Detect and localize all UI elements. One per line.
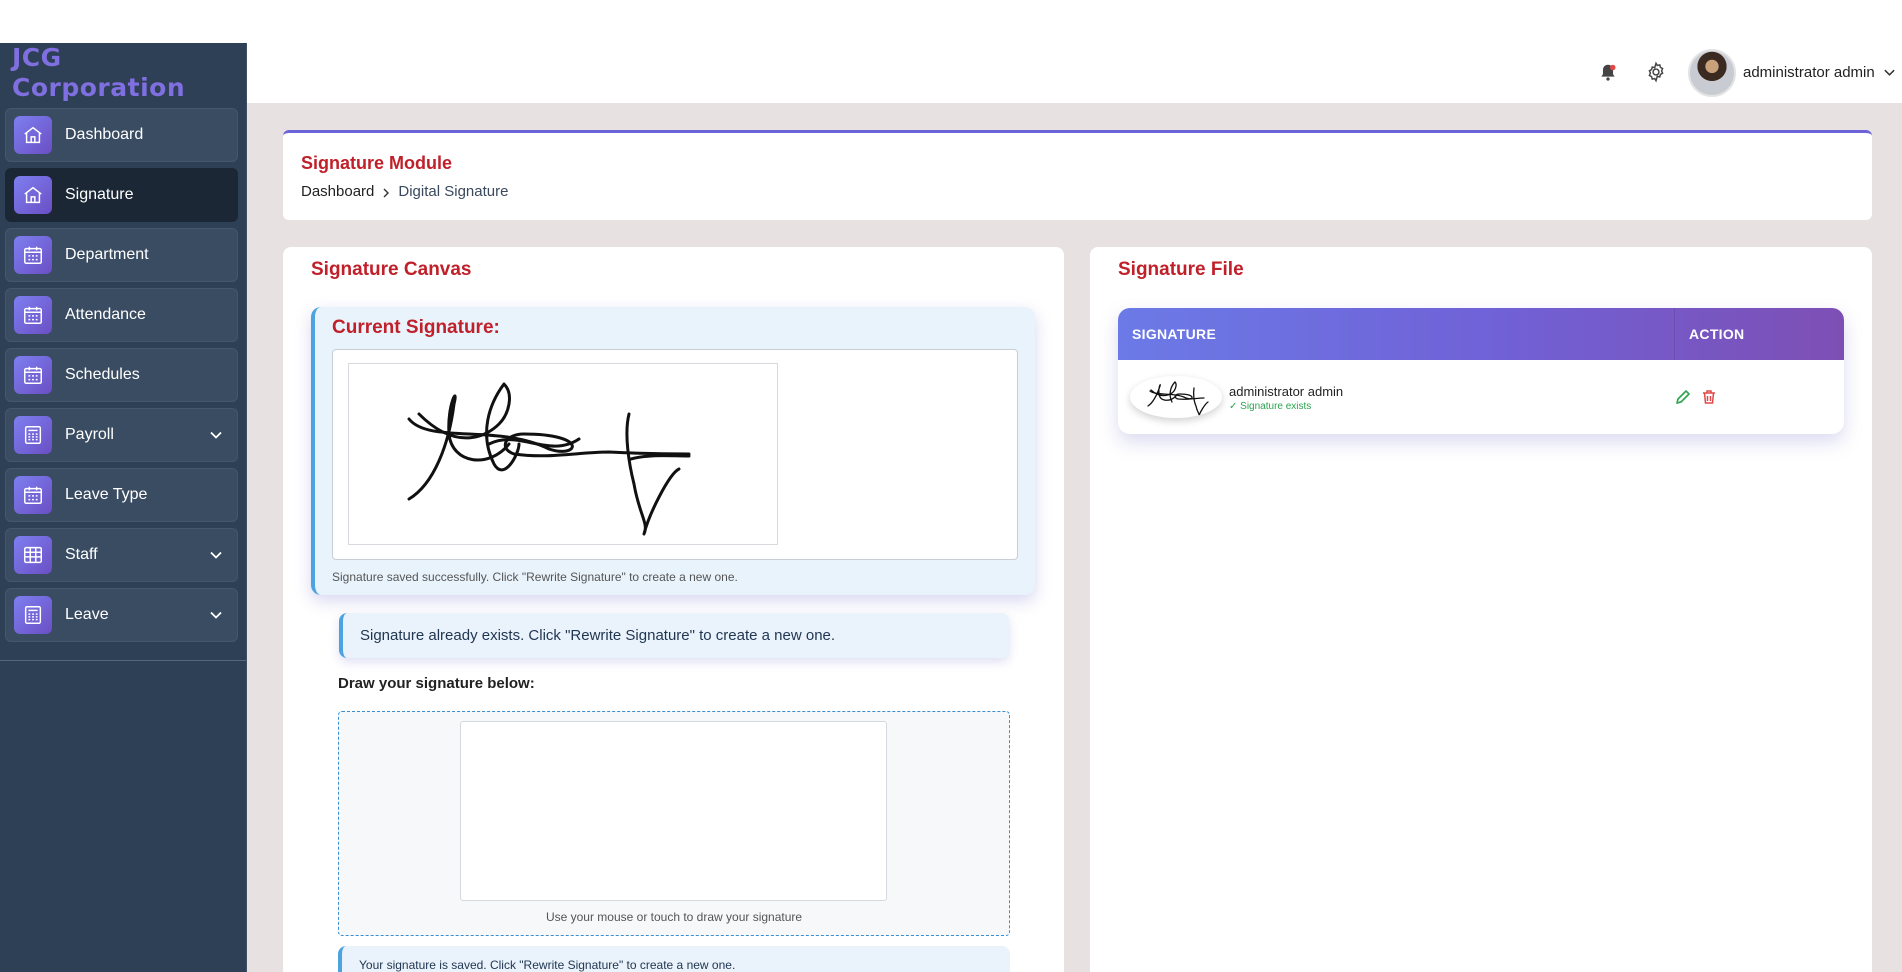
column-header-action: ACTION — [1674, 308, 1844, 360]
draw-zone: Use your mouse or touch to draw your sig… — [338, 711, 1010, 936]
signature-thumbnail — [1130, 376, 1222, 418]
user-avatar[interactable] — [1688, 49, 1736, 97]
edit-icon[interactable] — [1674, 388, 1692, 406]
signature-saved-note: Signature saved successfully. Click "Rew… — [332, 570, 738, 584]
sidebar-item-label: Department — [65, 246, 149, 263]
sidebar-item-signature[interactable]: Signature — [5, 168, 238, 222]
bell-icon[interactable] — [1597, 62, 1619, 84]
calendar-icon — [14, 236, 52, 274]
calendar-icon — [14, 356, 52, 394]
brand-logo-text: JCG Corporation — [12, 43, 186, 102]
sidebar-item-dashboard[interactable]: Dashboard — [5, 108, 238, 162]
signature-exists-alert-text: Signature already exists. Click "Rewrite… — [360, 627, 836, 644]
chevron-down-icon[interactable] — [209, 608, 223, 622]
column-header-signature: SIGNATURE — [1132, 326, 1217, 342]
signature-draw-canvas[interactable] — [460, 721, 887, 901]
sidebar: JCG Corporation Dashboard Signature Depart… — [0, 43, 247, 972]
sidebar-item-staff[interactable]: Staff — [5, 528, 238, 582]
sidebar-item-label: Attendance — [65, 306, 146, 323]
sidebar-item-label: Signature — [65, 186, 134, 203]
sidebar-item-label: Staff — [65, 546, 98, 563]
signature-saved-alert-text: Your signature is saved. Click "Rewrite … — [359, 958, 736, 972]
sidebar-item-label: Payroll — [65, 426, 114, 443]
signature-file-panel: Signature File SIGNATURE ACTION administ… — [1090, 247, 1872, 972]
signature-status: ✓ Signature exists — [1229, 401, 1312, 412]
table-icon — [14, 536, 52, 574]
calendar-icon — [14, 476, 52, 514]
signature-owner-name: administrator admin — [1229, 384, 1344, 399]
calculator-icon — [14, 596, 52, 634]
breadcrumb-current: Digital Signature — [398, 183, 509, 200]
page-header-card: Signature Module Dashboard Digital Signa… — [283, 130, 1872, 220]
breadcrumb: Dashboard Digital Signature — [301, 183, 508, 200]
calendar-icon — [14, 296, 52, 334]
page-title: Signature Module — [301, 153, 453, 173]
current-signature-card: Current Signature: Signature saved succe… — [311, 307, 1035, 595]
sidebar-item-department[interactable]: Department — [5, 228, 238, 282]
sidebar-nav: Dashboard Signature Department Attendance Sc… — [5, 108, 238, 648]
signature-exists-alert: Signature already exists. Click "Rewrite… — [339, 613, 1009, 658]
sidebar-item-label: Leave — [65, 606, 109, 623]
table-header: SIGNATURE ACTION — [1118, 308, 1844, 360]
sidebar-item-label: Schedules — [65, 366, 140, 383]
draw-signature-label: Draw your signature below: — [338, 675, 535, 692]
current-signature-image — [348, 363, 778, 545]
sidebar-item-schedules[interactable]: Schedules — [5, 348, 238, 402]
panel-title-file: Signature File — [1118, 259, 1244, 280]
signature-table: SIGNATURE ACTION administrator admin ✓ S… — [1118, 308, 1844, 434]
trash-icon[interactable] — [1700, 388, 1718, 406]
sidebar-item-attendance[interactable]: Attendance — [5, 288, 238, 342]
chevron-down-icon[interactable] — [209, 548, 223, 562]
sidebar-item-leave-type[interactable]: Leave Type — [5, 468, 238, 522]
home-icon — [14, 116, 52, 154]
sidebar-item-label: Dashboard — [65, 126, 144, 143]
sidebar-item-payroll[interactable]: Payroll — [5, 408, 238, 462]
sidebar-item-label: Leave Type — [65, 486, 148, 503]
sidebar-item-leave[interactable]: Leave — [5, 588, 238, 642]
calculator-icon — [14, 416, 52, 454]
chevron-right-icon — [380, 186, 392, 198]
signature-saved-alert: Your signature is saved. Click "Rewrite … — [338, 946, 1010, 972]
chevron-down-icon[interactable] — [1883, 66, 1896, 79]
user-name[interactable]: administrator admin — [1743, 64, 1875, 81]
current-signature-frame — [332, 349, 1018, 560]
breadcrumb-dashboard-link[interactable]: Dashboard — [301, 183, 374, 200]
panel-title-canvas: Signature Canvas — [311, 259, 472, 280]
current-signature-title: Current Signature: — [332, 317, 500, 338]
draw-hint-text: Use your mouse or touch to draw your sig… — [545, 910, 803, 924]
gear-icon[interactable] — [1645, 61, 1667, 83]
table-row: administrator admin ✓ Signature exists — [1118, 360, 1844, 434]
chevron-down-icon[interactable] — [209, 428, 223, 442]
signature-canvas-panel: Signature Canvas Current Signature: Sign… — [283, 247, 1064, 972]
home-icon — [14, 176, 52, 214]
sidebar-divider — [0, 660, 246, 661]
